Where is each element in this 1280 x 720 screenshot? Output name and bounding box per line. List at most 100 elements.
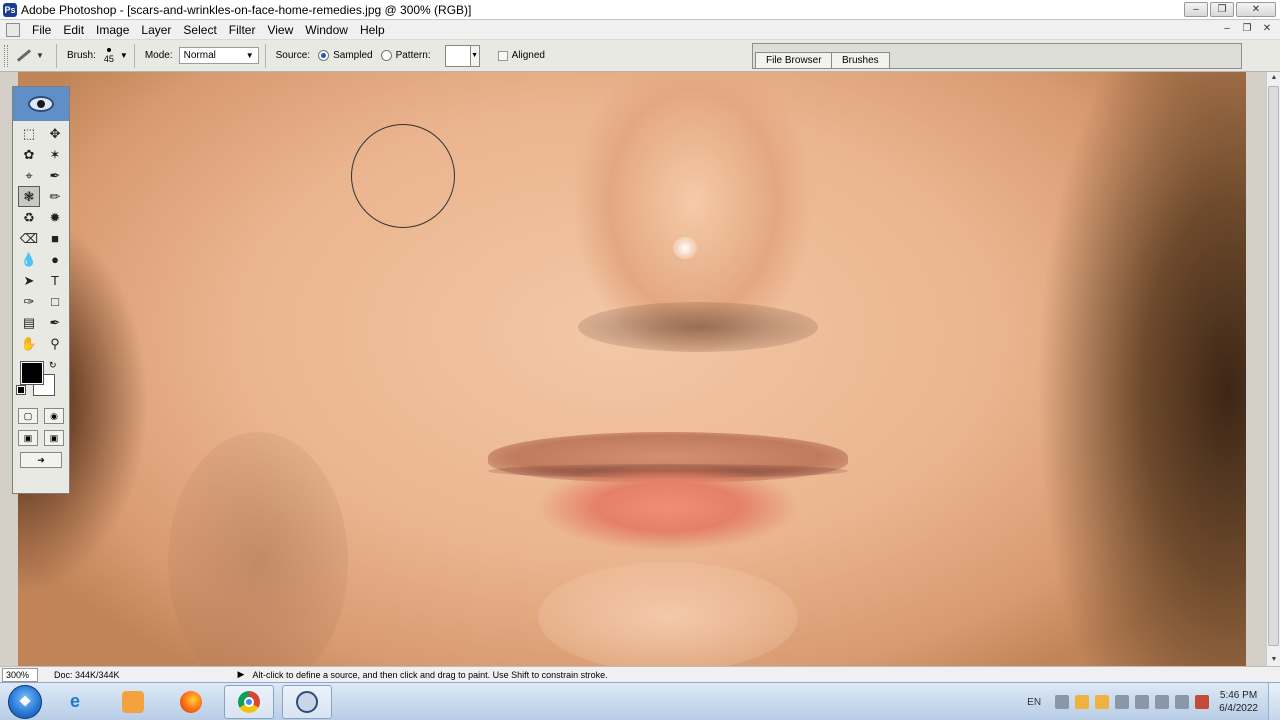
tool-grid: ⬚ ✥ ✿ ✶ ⌖ ✒ ❃ ✏ ♻ ✹ ⌫ ■ 💧 ● ➤ T ✑ □ ▤ ✒ … [13,121,69,356]
doc-size-info[interactable]: Doc: 344K/344K [54,670,120,680]
quick-mask-mode-button[interactable]: ◉ [44,408,64,424]
menu-layer[interactable]: Layer [135,23,177,37]
image-canvas[interactable] [18,72,1246,666]
zoom-tool-icon[interactable]: ⚲ [44,333,66,354]
shape-tool-icon[interactable]: □ [44,291,66,312]
crop-tool-icon[interactable]: ⌖ [18,165,40,186]
taskbar-chrome[interactable] [224,684,274,719]
window-controls: – ❐ ✕ [1184,2,1276,17]
lower-lip [538,467,798,559]
magic-wand-tool-icon[interactable]: ✶ [44,144,66,165]
brush-tool-icon[interactable]: ✏ [44,186,66,207]
swap-colors-icon[interactable]: ↻ [49,360,57,371]
doc-minimize-button[interactable]: – [1220,23,1234,35]
slice-tool-icon[interactable]: ✒ [44,165,66,186]
network-icon[interactable] [1135,695,1150,709]
clock[interactable]: 5:46 PM 6/4/2022 [1219,689,1258,715]
standard-screen-mode-button[interactable]: ▣ [18,430,38,446]
dodge-tool-icon[interactable]: ● [44,249,66,270]
taskbar-firefox[interactable] [166,685,216,719]
jump-row: ➜ [13,452,69,468]
scroll-thumb[interactable] [1268,86,1279,646]
tool-preset-picker[interactable]: ▼ [16,44,50,68]
photoshop-app-icon[interactable]: Ps [3,2,17,17]
tab-file-browser[interactable]: File Browser [755,52,833,68]
brush-size-picker[interactable]: 45 [104,47,114,64]
pen-tool-icon[interactable]: ✑ [18,291,40,312]
pattern-swatch[interactable] [444,44,471,67]
tab-brushes[interactable]: Brushes [831,52,890,68]
brush-picker-arrow-icon[interactable]: ▼ [120,51,128,60]
doc-close-button[interactable]: ✕ [1260,23,1274,35]
start-button[interactable]: ❖ [8,684,42,719]
language-indicator[interactable]: EN [1027,697,1041,708]
foreground-color-swatch[interactable] [20,361,44,385]
maximize-button[interactable]: ❐ [1210,2,1234,17]
standard-mode-button[interactable]: ▢ [18,408,38,424]
pattern-radio[interactable] [380,50,392,61]
document-window-controls: – ❐ ✕ [1220,23,1274,35]
menu-view[interactable]: View [261,23,299,37]
options-bar-grip[interactable] [4,44,8,67]
menu-edit[interactable]: Edit [57,23,90,37]
healing-brush-tool-icon[interactable]: ❃ [18,186,40,207]
menu-select[interactable]: Select [177,23,222,37]
eraser-tool-icon[interactable]: ⌫ [18,228,40,249]
system-tray: EN 5:46 PM 6/4/2022 [1027,683,1280,720]
pattern-label: Pattern: [395,50,431,61]
security-icon[interactable] [1195,695,1210,709]
volume-icon[interactable] [1155,695,1170,709]
type-tool-icon[interactable]: T [44,270,66,291]
jump-to-imageready-button[interactable]: ➜ [20,452,62,468]
document-icon[interactable] [6,22,20,37]
doc-restore-button[interactable]: ❐ [1240,23,1254,35]
adobe-online-eye-icon[interactable] [28,96,54,112]
scroll-down-icon[interactable]: ▼ [1267,654,1280,666]
show-desktop-button[interactable] [1268,683,1280,720]
pattern-picker-arrow-icon[interactable]: ▼ [470,44,480,67]
status-menu-arrow-icon[interactable]: ▶ [238,669,245,680]
action-center-icon[interactable] [1055,695,1070,709]
marquee-tool-icon[interactable]: ⬚ [18,123,40,144]
notification-icon[interactable] [1095,695,1110,709]
gradient-tool-icon[interactable]: ■ [44,228,66,249]
history-brush-tool-icon[interactable]: ✹ [44,207,66,228]
menu-file[interactable]: File [26,23,57,37]
notes-tool-icon[interactable]: ▤ [18,312,40,333]
title-bar: Ps Adobe Photoshop - [scars-and-wrinkles… [0,0,1280,20]
clone-stamp-tool-icon[interactable]: ♻ [18,207,40,228]
close-button[interactable]: ✕ [1236,2,1276,17]
path-selection-tool-icon[interactable]: ➤ [18,270,40,291]
power-icon[interactable] [1175,695,1190,709]
chrome-icon [238,690,260,713]
menu-filter[interactable]: Filter [223,23,262,37]
palette-well: File Browser Brushes [752,43,1242,69]
nose-shadow [578,302,818,352]
taskbar-internet-explorer[interactable]: e [50,685,100,719]
device-icon[interactable] [1115,695,1130,709]
taskbar-media-player[interactable] [108,685,158,719]
mode-select[interactable]: Normal ▼ [178,47,259,64]
default-colors-icon[interactable] [16,385,26,395]
blur-tool-icon[interactable]: 💧 [18,249,40,270]
chevron-down-icon: ▼ [245,51,254,60]
aligned-checkbox[interactable] [497,50,508,61]
zoom-field[interactable]: 300% [2,667,38,682]
full-screen-menu-mode-button[interactable]: ▣ [44,430,64,446]
menu-help[interactable]: Help [354,23,391,37]
taskbar-photoshop[interactable] [282,684,332,719]
menu-image[interactable]: Image [90,23,135,37]
minimize-button[interactable]: – [1184,2,1208,17]
vertical-scrollbar[interactable]: ▲ ▼ [1266,72,1280,666]
eyedropper-tool-icon[interactable]: ✒ [44,312,66,333]
move-tool-icon[interactable]: ✥ [44,123,66,144]
scroll-up-icon[interactable]: ▲ [1267,72,1280,84]
folder-icon[interactable] [1075,695,1090,709]
mode-label: Mode: [144,50,173,61]
toolbox-header[interactable] [13,87,69,121]
menu-window[interactable]: Window [299,23,354,37]
sampled-radio[interactable] [318,50,330,61]
hand-tool-icon[interactable]: ✋ [18,333,40,354]
lasso-tool-icon[interactable]: ✿ [18,144,40,165]
window-title: Adobe Photoshop - [scars-and-wrinkles-on… [21,2,472,17]
